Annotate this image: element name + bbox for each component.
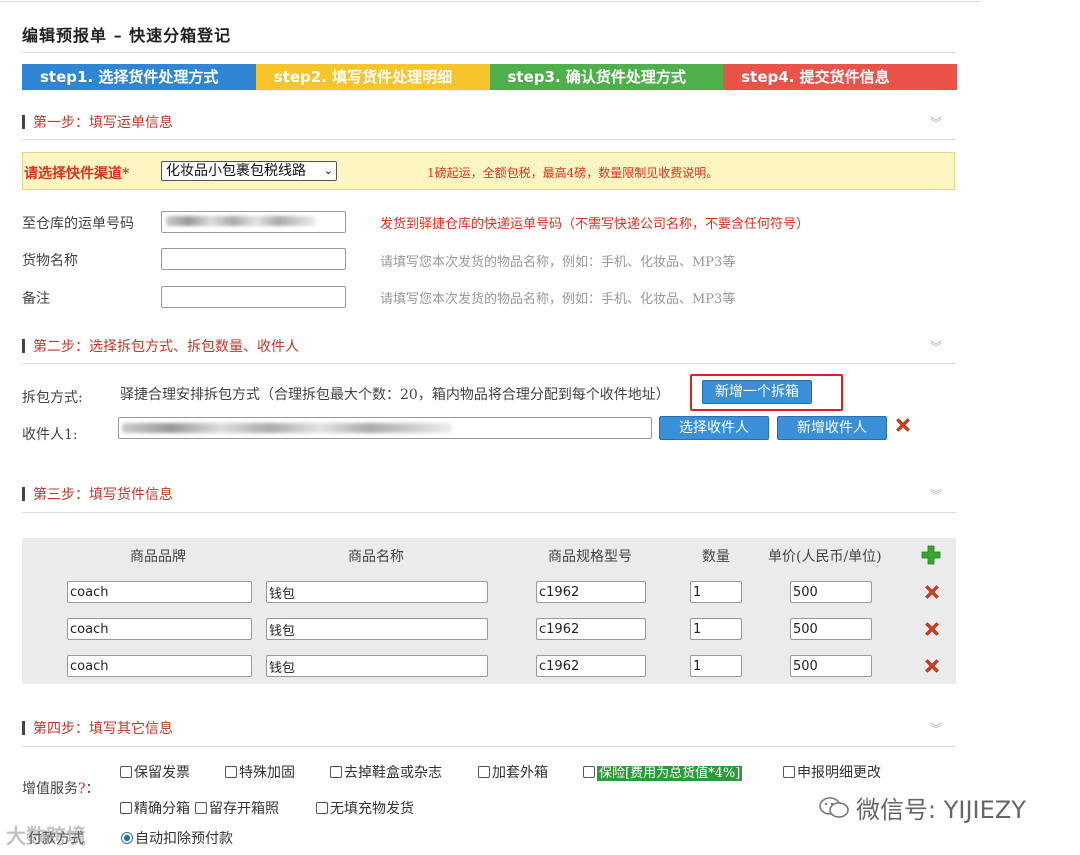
model-input[interactable] xyxy=(536,655,646,677)
service-option[interactable]: 去掉鞋盒或杂志 xyxy=(330,762,442,782)
channel-label: 请选择快件渠道* xyxy=(24,166,130,182)
service-option[interactable]: 申报明细更改 xyxy=(783,762,881,782)
qty-input[interactable] xyxy=(690,581,742,603)
remark-hint: 请填写您本次发货的物品名称，例如：手机、化妆品、MP3等 xyxy=(380,292,736,307)
split-label: 拆包方式: xyxy=(22,390,83,406)
header-price: 单价(人民币/单位) xyxy=(768,549,882,565)
add-recipient-button[interactable]: 新增收件人 xyxy=(777,416,887,440)
chevron-down-icon: ⌄ xyxy=(323,164,333,177)
remove-recipient-icon[interactable] xyxy=(894,416,912,434)
remark-label: 备注 xyxy=(22,291,50,307)
value-service-label: 增值服务?： xyxy=(22,778,100,798)
payment-option[interactable]: 自动扣除预付款 xyxy=(121,828,233,848)
tracking-hint: 发货到驿捷仓库的快递运单号码（不需写快递公司名称，不要含任何符号） xyxy=(380,217,810,232)
model-input[interactable] xyxy=(536,618,646,640)
header-brand: 商品品牌 xyxy=(130,549,186,565)
top-divider xyxy=(0,1,980,2)
brand-input[interactable] xyxy=(67,618,252,640)
add-row-plus-icon[interactable] xyxy=(921,545,941,565)
section4-heading: 第四步：填写其它信息 xyxy=(22,718,173,738)
checkbox[interactable] xyxy=(225,766,237,778)
step-bar: step1. 选择货件处理方式 step2. 填写货件处理明细 step3. 确… xyxy=(22,64,957,90)
step-1: step1. 选择货件处理方式 xyxy=(22,64,256,90)
help-question-icon[interactable]: ? xyxy=(78,781,86,797)
service-option[interactable]: 保留发票 xyxy=(120,762,190,782)
collapse-chevron-icon[interactable]: ︾ xyxy=(930,486,942,503)
goods-input[interactable] xyxy=(161,248,346,270)
page-title: 编辑预报单 – 快速分箱登记 xyxy=(22,26,232,45)
service-option[interactable]: 留存开箱照 xyxy=(195,798,279,818)
wechat-icon xyxy=(818,795,850,821)
title-divider xyxy=(22,52,956,53)
radio-checked-icon[interactable] xyxy=(121,832,133,844)
collapse-chevron-icon[interactable]: ︾ xyxy=(930,338,942,355)
checkbox[interactable] xyxy=(120,802,132,814)
tracking-label: 至仓库的运单号码 xyxy=(22,216,134,232)
checkbox[interactable] xyxy=(120,766,132,778)
section4-divider xyxy=(22,746,956,747)
section3-title: 第三步：填写货件信息 xyxy=(33,487,173,503)
split-description: 驿捷合理安排拆包方式（合理拆包最大个数：20，箱内物品将合理分配到每个收件地址） xyxy=(120,387,670,403)
section4-title: 第四步：填写其它信息 xyxy=(33,721,173,737)
qty-input[interactable] xyxy=(690,655,742,677)
product-name-input[interactable] xyxy=(266,581,488,603)
channel-select-value: 化妆品小包裹包税线路 xyxy=(166,163,306,179)
collapse-chevron-icon[interactable]: ︾ xyxy=(930,114,942,131)
service-option[interactable]: 精确分箱 xyxy=(120,798,190,818)
header-model: 商品规格型号 xyxy=(548,549,632,565)
delete-row-icon[interactable] xyxy=(923,583,941,601)
step-2: step2. 填写货件处理明细 xyxy=(255,64,490,90)
delete-row-icon[interactable] xyxy=(923,657,941,675)
brand-input[interactable] xyxy=(67,581,252,603)
wechat-id: 微信号: YIJIEZY xyxy=(856,796,1026,824)
brand-input[interactable] xyxy=(67,655,252,677)
recipient-label: 收件人1: xyxy=(22,427,78,443)
service-option[interactable]: 加套外箱 xyxy=(478,762,548,782)
section2-title: 第二步：选择拆包方式、拆包数量、收件人 xyxy=(33,339,299,355)
add-box-button[interactable]: 新增一个拆箱 xyxy=(702,380,812,404)
section2-divider xyxy=(22,363,956,364)
goods-hint: 请填写您本次发货的物品名称，例如：手机、化妆品、MP3等 xyxy=(380,255,736,270)
tracking-blurred-value xyxy=(166,216,316,226)
checkbox[interactable] xyxy=(583,766,595,778)
select-recipient-button[interactable]: 选择收件人 xyxy=(659,416,769,440)
price-input[interactable] xyxy=(790,581,872,603)
remark-input[interactable] xyxy=(161,286,346,308)
price-input[interactable] xyxy=(790,655,872,677)
header-qty: 数量 xyxy=(702,549,730,565)
checkbox[interactable] xyxy=(783,766,795,778)
value-service-colon: ： xyxy=(85,781,100,797)
checkbox[interactable] xyxy=(195,802,207,814)
qty-input[interactable] xyxy=(690,618,742,640)
service-option-insurance[interactable]: 保险[费用为总货值*4%] xyxy=(583,762,743,781)
checkbox[interactable] xyxy=(316,802,328,814)
price-input[interactable] xyxy=(790,618,872,640)
checkbox[interactable] xyxy=(478,766,490,778)
section2-heading: 第二步：选择拆包方式、拆包数量、收件人 xyxy=(22,336,299,356)
recipient-blurred-value xyxy=(122,423,452,433)
service-option[interactable]: 无填充物发货 xyxy=(316,798,414,818)
delete-row-icon[interactable] xyxy=(923,620,941,638)
section3-divider xyxy=(22,512,956,513)
goods-label: 货物名称 xyxy=(22,253,78,269)
step-4: step4. 提交货件信息 xyxy=(723,64,957,90)
channel-select[interactable]: 化妆品小包裹包税线路 ⌄ xyxy=(161,161,337,181)
step-3: step3. 确认货件处理方式 xyxy=(489,64,724,90)
collapse-chevron-icon[interactable]: ︾ xyxy=(930,720,942,737)
section3-heading: 第三步：填写货件信息 xyxy=(22,484,173,504)
section1-heading: 第一步：填写运单信息 xyxy=(22,112,173,132)
channel-note: 1磅起运，全额包税，最高4磅，数量限制见收费说明。 xyxy=(427,166,719,180)
product-name-input[interactable] xyxy=(266,655,488,677)
value-service-text: 增值服务 xyxy=(22,781,78,797)
product-name-input[interactable] xyxy=(266,618,488,640)
service-option[interactable]: 特殊加固 xyxy=(225,762,295,782)
header-name: 商品名称 xyxy=(348,549,404,565)
section1-title: 第一步：填写运单信息 xyxy=(33,115,173,131)
wechat-watermark: 微信号: YIJIEZY xyxy=(818,790,1026,825)
checkbox[interactable] xyxy=(330,766,342,778)
model-input[interactable] xyxy=(536,581,646,603)
corner-watermark: 大数跨境 xyxy=(6,824,86,848)
section1-divider xyxy=(22,139,956,140)
